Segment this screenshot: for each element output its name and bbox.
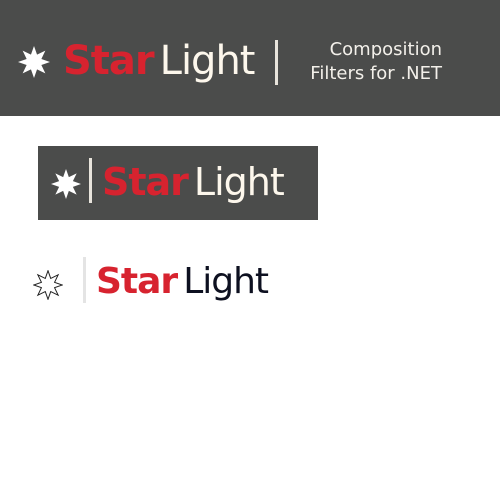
star-icon <box>18 46 50 78</box>
separator <box>89 158 92 203</box>
separator <box>275 40 278 85</box>
brand-star: Star <box>96 261 178 302</box>
brand-star: Star <box>102 160 189 204</box>
brand-light: Light <box>159 38 256 84</box>
brand-name: Star Light <box>63 36 256 86</box>
tagline-line2: Filters for .NET <box>310 63 442 84</box>
brand-star: Star <box>63 38 155 84</box>
brand-light: Light <box>183 261 269 302</box>
star-outline-icon <box>33 270 63 300</box>
brand-light: Light <box>193 160 285 204</box>
star-icon <box>51 169 81 199</box>
tagline: Composition Filters for .NET <box>290 38 442 86</box>
separator <box>83 257 86 303</box>
tagline-line1: Composition <box>329 39 442 60</box>
brand-name: Star Light <box>96 259 269 305</box>
logo-banner-large: Star Light Composition Filters for .NET <box>0 0 500 116</box>
brand-name: Star Light <box>102 158 285 206</box>
logo-light: Star Light <box>30 250 310 310</box>
logo-box-medium: Star Light <box>38 146 318 220</box>
